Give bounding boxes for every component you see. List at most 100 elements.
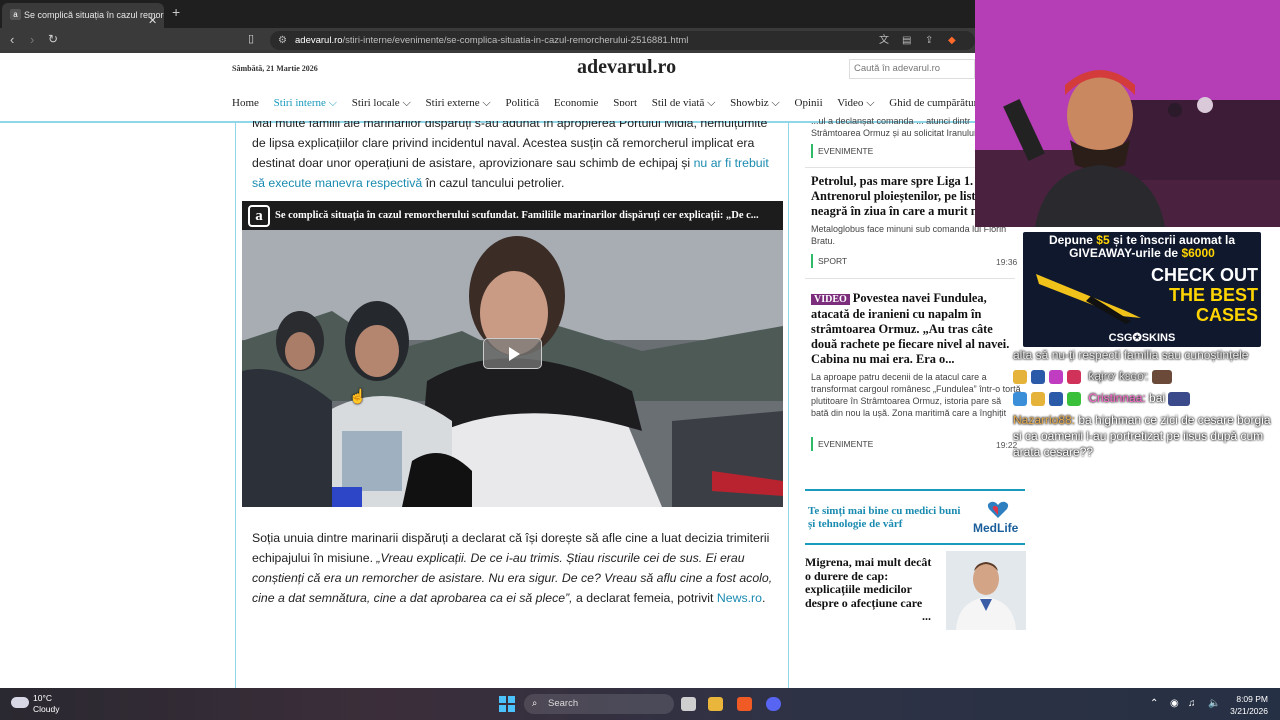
chat-username[interactable]: Nazarrio88: (1013, 413, 1075, 427)
url-host: adevarul.ro (295, 35, 343, 46)
close-tab-icon[interactable]: ✕ (148, 9, 157, 28)
taskbar-search[interactable]: ⌕ Search (524, 694, 674, 714)
video-player[interactable]: a Se complică situația în cazul remorche… (242, 201, 783, 507)
article-thumbnail[interactable] (946, 551, 1026, 630)
chat-username[interactable]: Cristinnaa: (1088, 391, 1145, 405)
windows-start-icon[interactable] (499, 696, 515, 712)
sidebar-item[interactable]: VIDEO Povestea navei Fundulea, atacată de… (811, 291, 1021, 419)
video-title: Se complică situația în cazul remorcheru… (275, 210, 759, 221)
badge-icon (1013, 369, 1027, 384)
clock-time: 8:09 PM (1236, 694, 1268, 704)
promo-text: Depune $5 și te înscrii auomat la GIVEAW… (1023, 234, 1261, 260)
badge-icon (1067, 391, 1081, 406)
badge-icon (1049, 391, 1063, 406)
back-icon[interactable]: ‹ (10, 32, 14, 47)
badge-icon (1013, 391, 1027, 406)
bookmark-icon[interactable]: ▯ (248, 32, 254, 45)
badge-icon (1031, 369, 1045, 384)
tray-chevron-icon[interactable]: ⌃ (1150, 698, 1158, 709)
medlife-logo: MedLife (973, 521, 1019, 535)
brave-shield-icon[interactable]: ◆ (948, 31, 956, 50)
paragraph-end: . (761, 591, 766, 605)
doctor-image (946, 551, 1026, 630)
site-search-input[interactable]: Caută în adevarul.ro (849, 59, 975, 79)
paragraph-text: în cazul tancului petrolier. (425, 176, 565, 190)
ad-text: Te simți mai bine cu medici buni și tehn… (808, 505, 961, 530)
reload-icon[interactable]: ↻ (48, 32, 58, 46)
system-clock[interactable]: 8:09 PM 3/21/2026 (1226, 693, 1268, 717)
emote-icon (1151, 369, 1172, 384)
nav-label: Video (837, 97, 864, 109)
sidebar-item-title[interactable]: VIDEO Povestea navei Fundulea, atacată de… (811, 291, 1021, 367)
nav-opinii[interactable]: Opinii (795, 97, 823, 109)
new-tab-button[interactable]: + (172, 4, 180, 20)
clock-date: 3/21/2026 (1230, 706, 1268, 716)
webcam-overlay (975, 0, 1280, 227)
nav-video[interactable]: Video ⌵ (837, 97, 874, 109)
promo-amount: $6000 (1181, 246, 1215, 260)
brave-browser-icon[interactable] (737, 697, 752, 711)
chat-text: bai (1149, 391, 1166, 405)
file-explorer-icon[interactable] (708, 697, 723, 711)
promo-headline-line: CHECK OUT (1151, 265, 1258, 285)
category-tag[interactable]: SPORT (811, 254, 847, 268)
weather-condition: Cloudy (33, 704, 60, 714)
windows-taskbar: 10°C Cloudy ⌕ Search ⌃ ◉ ♫ 🔈 8:09 PM 3/2… (0, 688, 1280, 720)
badge-icon (1049, 369, 1063, 384)
site-info-icon[interactable]: ⚙ (278, 31, 287, 50)
forward-icon[interactable]: › (30, 32, 34, 47)
site-logo[interactable]: adevarul.ro (577, 56, 676, 79)
adevarul-logo-icon: a (248, 205, 270, 227)
source-link[interactable]: News.ro (717, 591, 762, 605)
chat-username[interactable]: ƙąɨɾơ ƙɛɢơ: (1088, 369, 1148, 383)
promo-line: Depune (1048, 233, 1097, 247)
headset-icon[interactable]: ♫ (1188, 698, 1196, 709)
network-icon[interactable]: ◉ (1170, 698, 1179, 709)
discord-icon[interactable] (766, 697, 781, 711)
chat-message: Nazarrio88: ba highman ce zici de cesare… (1013, 412, 1273, 460)
taskbar-search-label: Search (548, 698, 579, 709)
video-badge: VIDEO (811, 294, 850, 305)
csgoskins-promo[interactable]: Depune $5 și te înscrii auomat la GIVEAW… (1023, 232, 1261, 347)
article-paragraph-2: Soția unuia dintre marinarii dispăruți a… (252, 528, 782, 608)
webcam-image (975, 0, 1280, 227)
sidebar-article-title[interactable]: Migrena, mai mult decât o durere de cap:… (805, 556, 940, 623)
promo-headline: CHECK OUT THE BEST CASES (1133, 265, 1258, 325)
category-tag[interactable]: EVENIMENTE (811, 437, 873, 451)
sidebar-divider (805, 278, 1015, 279)
stream-chat: alta să nu-ți respecti familia sau cunoș… (1013, 347, 1273, 460)
promo-headline-line: CASES (1195, 305, 1258, 325)
browser-tab[interactable]: a Se complică situația în cazul remorche… (2, 3, 164, 28)
category-tag[interactable]: EVENIMENTE (811, 144, 873, 158)
paragraph-text: Mai multe familii ale marinarilor dispăr… (252, 116, 768, 170)
tab-title: Se complică situația în cazul remorcheru… (24, 10, 164, 20)
sticky-nav-mask (236, 106, 788, 121)
cloud-icon (11, 697, 29, 708)
medlife-ad[interactable]: Te simți mai bine cu medici buni și tehn… (805, 489, 1025, 545)
ellipsis: ... (922, 609, 931, 623)
page-date: Sâmbătă, 21 Martie 2026 (232, 64, 318, 73)
promo-amount: $5 (1096, 233, 1110, 247)
sidebar-item-body: La aproape patru decenii de la atacul ca… (811, 372, 1021, 418)
volume-icon[interactable]: 🔈 (1208, 698, 1220, 709)
heart-icon (987, 501, 1009, 518)
translate-icon[interactable]: 文 (879, 31, 889, 50)
weather-temp: 10°C (33, 693, 52, 703)
url-path: /stiri-interne/evenimente/se-complica-si… (342, 35, 689, 46)
promo-line: și te înscrii auomat la (1109, 233, 1236, 247)
nav-ghid[interactable]: Ghid de cumpărături (889, 97, 980, 109)
chat-message: Cristinnaa: bai (1013, 390, 1273, 406)
url-bar[interactable]: ⚙ adevarul.ro/stiri-interne/evenimente/s… (270, 31, 975, 50)
chat-message: alta să nu-ți respecti familia sau cunoș… (1013, 348, 1249, 362)
promo-headline-line: THE BEST (1168, 285, 1258, 305)
share-icon[interactable]: ⇪ (925, 31, 933, 50)
play-button[interactable] (483, 338, 542, 369)
badge-icon (1031, 391, 1045, 406)
column-divider-left (235, 123, 236, 688)
reader-icon[interactable]: ▤ (902, 31, 911, 50)
task-view-icon[interactable] (681, 697, 696, 711)
paragraph-text: a declarat femeia, potrivit (576, 591, 714, 605)
play-icon (509, 347, 520, 361)
mouse-cursor-icon: ☝ (349, 388, 367, 404)
weather-widget[interactable]: 10°C Cloudy (33, 693, 59, 715)
